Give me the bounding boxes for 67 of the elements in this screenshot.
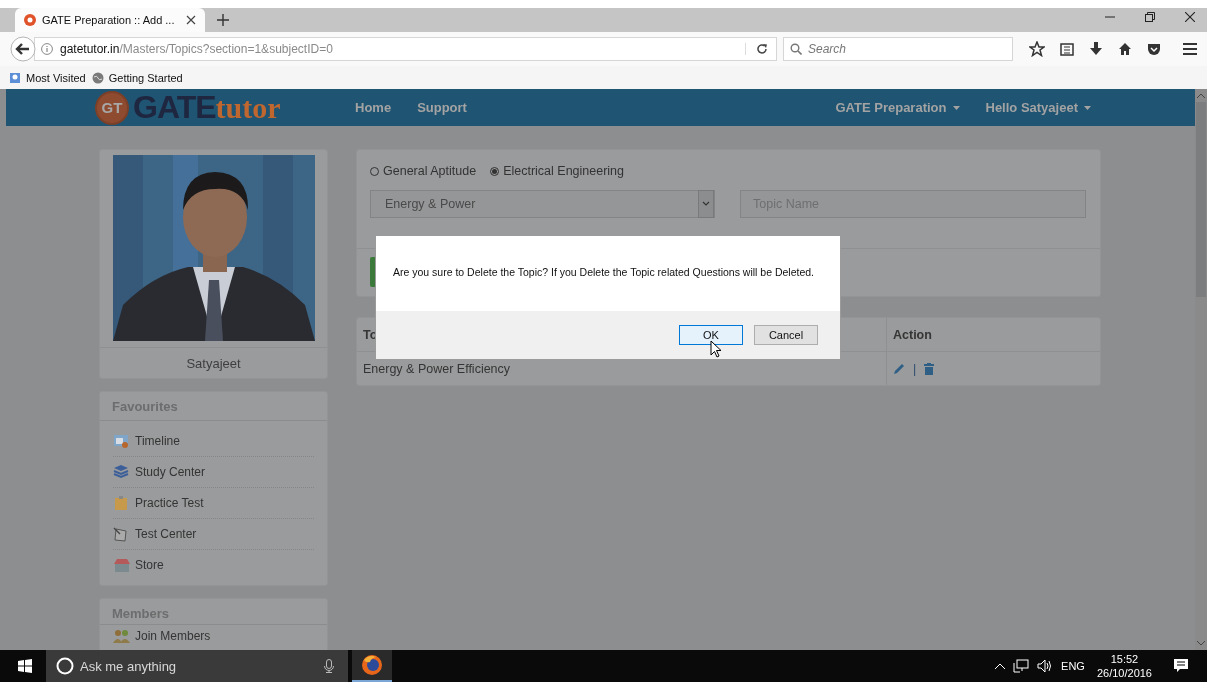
clock-time[interactable]: 15:52 — [1110, 652, 1139, 666]
restore-icon[interactable] — [1145, 11, 1155, 22]
dialog-button[interactable]: Cancel — [754, 325, 818, 345]
taskbar-app[interactable] — [352, 650, 392, 682]
notification-icon[interactable] — [1174, 659, 1188, 673]
people-icon — [113, 628, 131, 644]
address-field[interactable]: gatetutor.in/Masters/Topics?section=1&subjectID=0 — [34, 37, 777, 61]
microphone-icon — [324, 659, 334, 673]
dialog-button[interactable]: OK — [679, 325, 743, 345]
bookmark-icon — [9, 71, 21, 84]
subject-radio[interactable]: Electrical Engineering — [490, 164, 625, 178]
scroll-up-icon — [1197, 93, 1205, 98]
browser-icon — [361, 654, 383, 676]
language-indicator[interactable]: ENG — [1061, 660, 1085, 672]
close-icon[interactable] — [186, 15, 196, 25]
url-text: gatetutor.in/Masters/Topics?section=1&subjectID=0 — [60, 42, 334, 56]
sidebar-item[interactable]: Store — [113, 550, 314, 580]
subject-radio[interactable]: General Aptitude — [370, 164, 477, 178]
search-icon — [790, 43, 802, 55]
sidebar-item[interactable]: Timeline — [113, 426, 314, 457]
bookmark-link[interactable]: Most Visited — [9, 71, 86, 84]
close-icon[interactable] — [1185, 11, 1195, 22]
nav-link[interactable]: Home — [355, 100, 392, 115]
menu-icon[interactable] — [1182, 42, 1198, 56]
windows-icon[interactable] — [18, 659, 32, 673]
chevron-up-icon[interactable] — [995, 663, 1006, 669]
scrollbar[interactable] — [1195, 89, 1207, 650]
taskbar-search[interactable]: Ask me anything — [46, 650, 348, 682]
download-icon[interactable] — [1089, 42, 1103, 56]
globe-icon — [91, 71, 104, 84]
nav-menu[interactable]: GATE Preparation — [835, 100, 960, 115]
caret-icon — [1084, 105, 1091, 110]
favicon-icon — [24, 14, 36, 26]
bookmark-link[interactable]: Getting Started — [91, 71, 183, 84]
subject-dropdown[interactable]: Energy & Power — [370, 190, 715, 218]
site-logo[interactable]: GT GATEtutor — [95, 89, 315, 126]
chevron-icon — [698, 190, 714, 218]
sidebar-item[interactable]: Test Center — [113, 519, 314, 550]
speaker-icon[interactable] — [1037, 659, 1054, 673]
nav-link[interactable]: Support — [417, 100, 467, 115]
profile-name: Satyajeet — [100, 347, 327, 378]
sidebar-item[interactable]: Study Center — [113, 457, 314, 488]
browser-tab[interactable]: GATE Preparation :: Add ... — [15, 8, 205, 32]
books-icon — [113, 464, 131, 480]
sidebar-item[interactable]: Join Members — [113, 625, 314, 647]
cortana-icon — [56, 657, 74, 675]
home-icon[interactable] — [1118, 42, 1132, 56]
new-tab-icon[interactable] — [217, 14, 229, 26]
clock-date[interactable]: 26/10/2016 — [1096, 666, 1152, 680]
pocket-icon[interactable] — [1147, 42, 1161, 56]
nav-menu[interactable]: Hello Satyajeet — [985, 100, 1091, 115]
caret-icon — [952, 105, 960, 110]
table-cell: Energy & Power Efficiency — [363, 361, 511, 376]
search-field[interactable]: Search — [783, 37, 1013, 61]
star-icon[interactable] — [1029, 41, 1045, 57]
dialog-message: Are you sure to Delete the Topic? If you Delete the Topic related Questions will be Deleted. — [392, 265, 816, 280]
reading-list-icon[interactable] — [1060, 42, 1074, 56]
separator-text: | — [913, 361, 917, 376]
scroll-down-icon — [1197, 641, 1205, 646]
back-icon[interactable] — [10, 36, 36, 62]
scroll-thumb[interactable] — [1196, 102, 1206, 297]
sidebar-item[interactable]: Practice Test — [113, 488, 314, 519]
info-icon — [41, 43, 53, 55]
shop-icon — [113, 557, 131, 573]
network-icon[interactable] — [1013, 659, 1030, 673]
column-header: Action — [893, 327, 932, 342]
calendar-icon — [113, 433, 131, 449]
